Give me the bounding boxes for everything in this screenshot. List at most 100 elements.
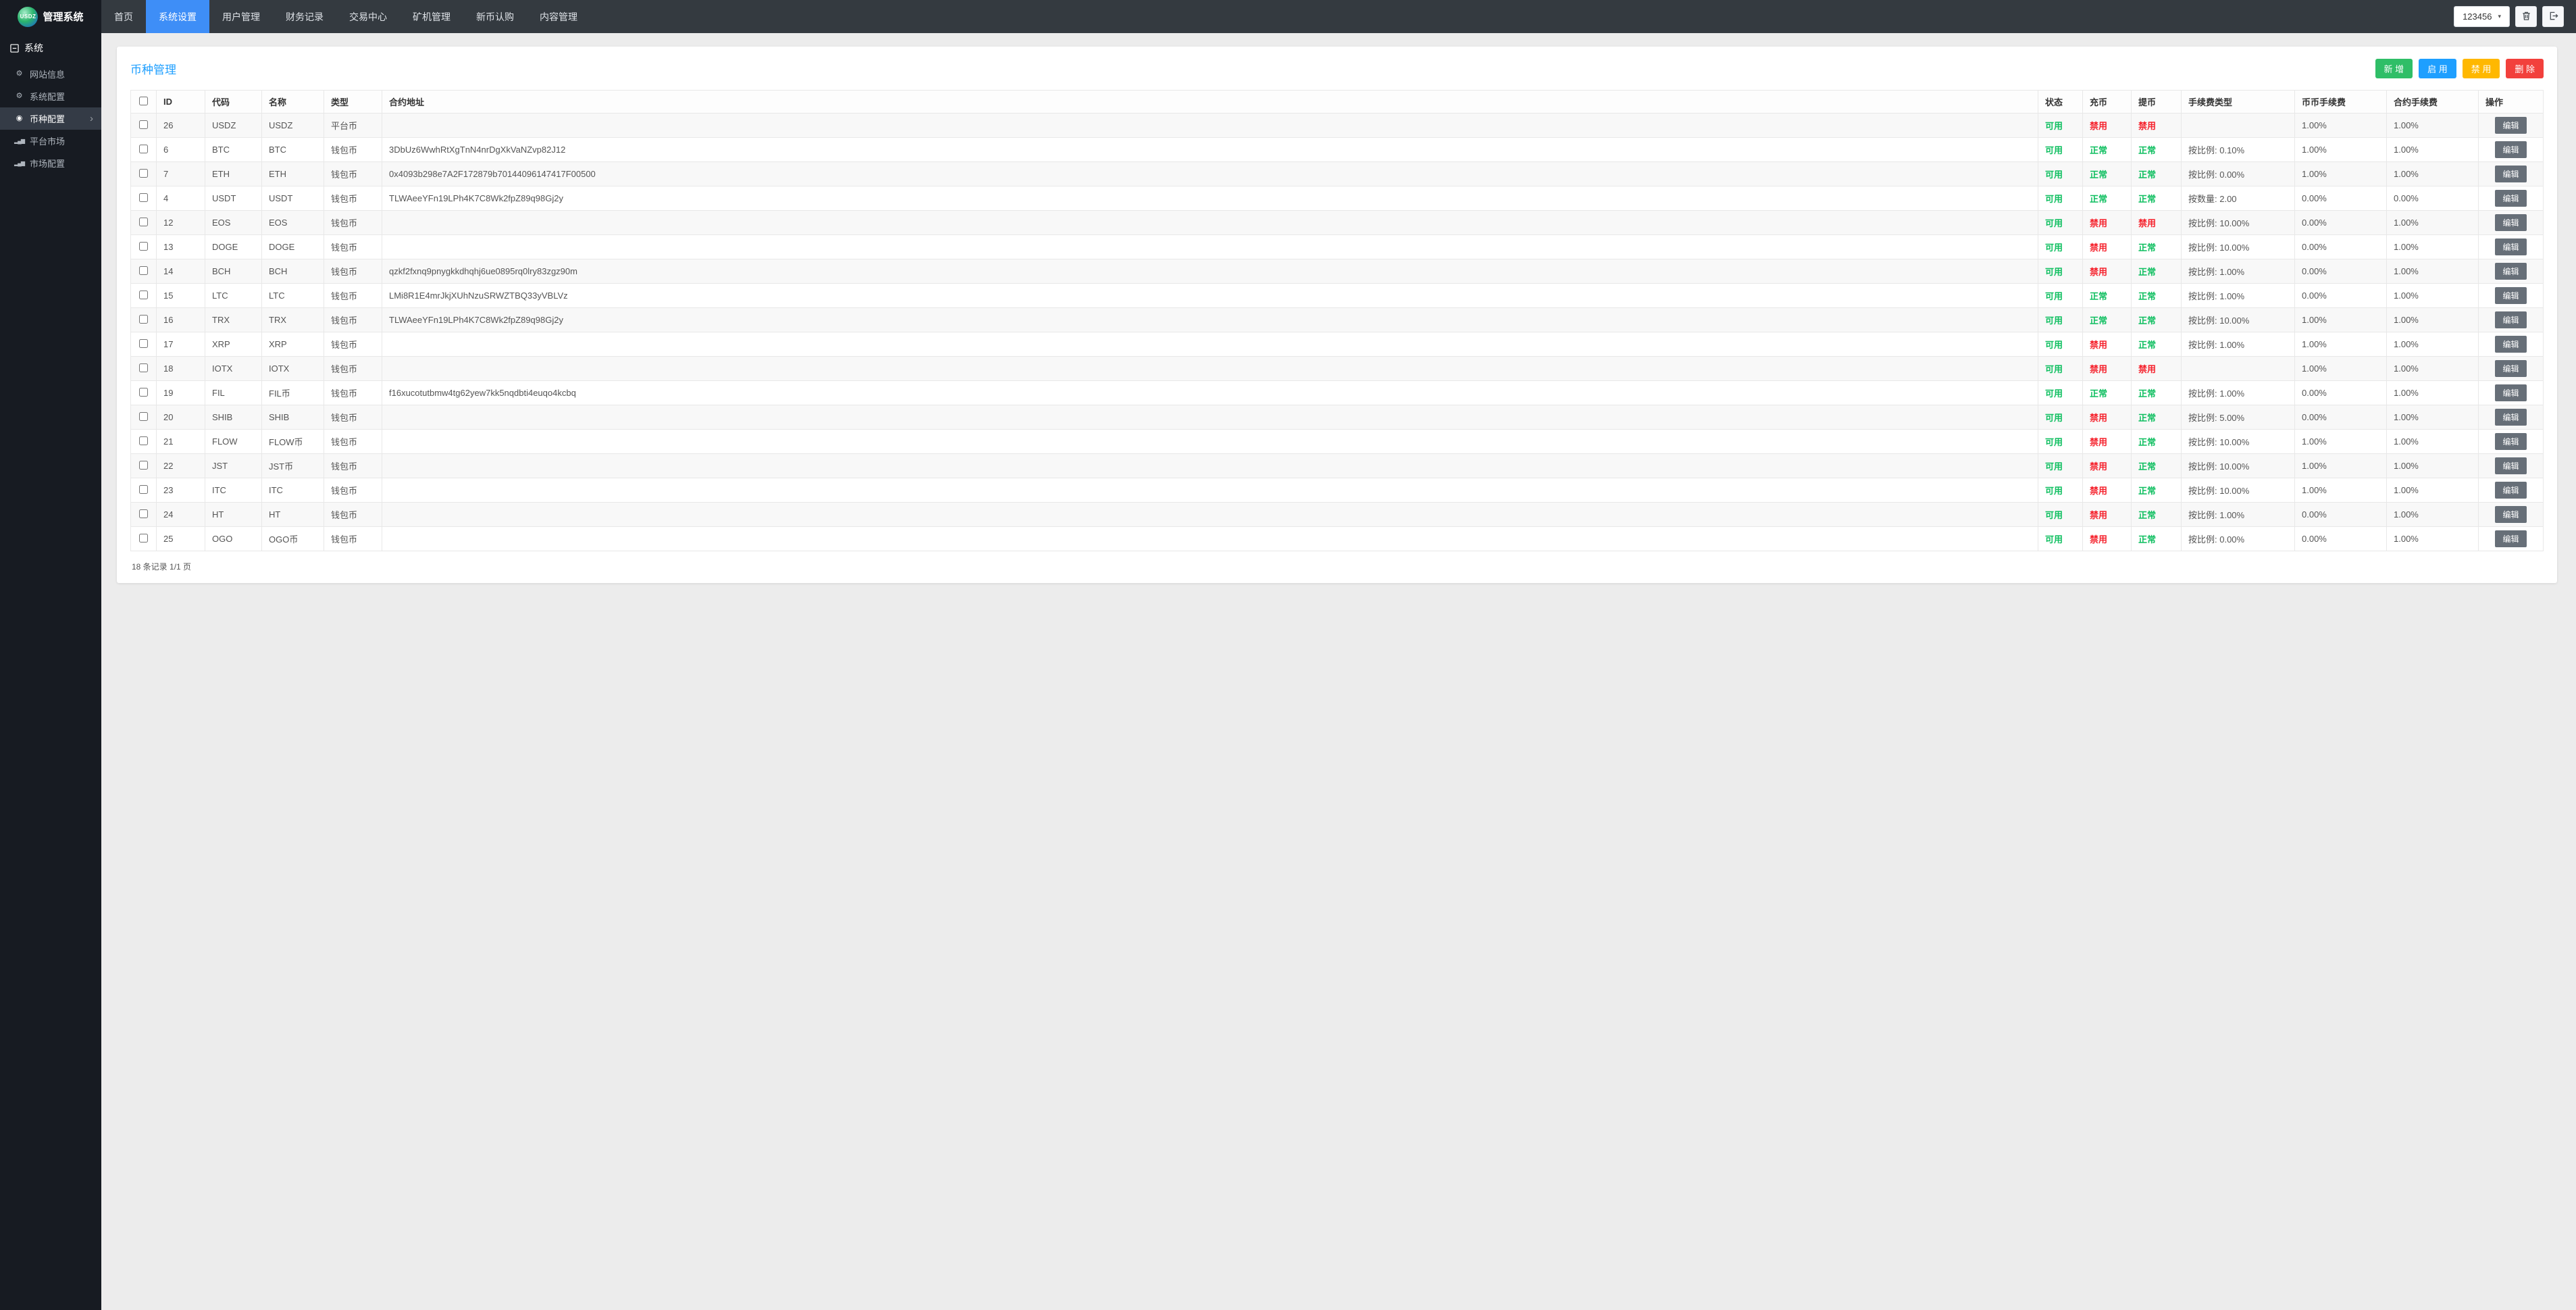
cell-operation: 编辑 xyxy=(2479,405,2544,430)
edit-button[interactable]: 编辑 xyxy=(2495,287,2526,304)
nav-item[interactable]: 财务记录 xyxy=(273,0,336,33)
nav-item[interactable]: 内容管理 xyxy=(527,0,590,33)
row-check-cell xyxy=(131,308,157,332)
edit-button[interactable]: 编辑 xyxy=(2495,433,2526,450)
cell-operation: 编辑 xyxy=(2479,162,2544,186)
cell-status: 可用 xyxy=(2038,478,2083,503)
trash-button[interactable] xyxy=(2515,6,2537,27)
row-checkbox[interactable] xyxy=(139,363,148,372)
sidebar-item-coin[interactable]: ◉币种配置› xyxy=(0,107,101,130)
table-row: 20SHIBSHIB钱包币可用禁用正常按比例: 5.00%0.00%1.00%编… xyxy=(131,405,2544,430)
nav-item[interactable]: 用户管理 xyxy=(209,0,273,33)
enable-button[interactable]: 启 用 xyxy=(2419,59,2456,78)
row-checkbox[interactable] xyxy=(139,339,148,348)
nav-item[interactable]: 矿机管理 xyxy=(400,0,463,33)
row-checkbox[interactable] xyxy=(139,461,148,470)
edit-button[interactable]: 编辑 xyxy=(2495,238,2526,255)
cell-contract-fee: 1.00% xyxy=(2387,357,2479,381)
cell-id: 14 xyxy=(157,259,205,284)
sidebar-item-chart[interactable]: ▂▄▆平台市场 xyxy=(0,130,101,152)
row-checkbox[interactable] xyxy=(139,291,148,299)
sidebar-section-system[interactable]: 系统 xyxy=(0,33,101,63)
delete-button[interactable]: 删 除 xyxy=(2506,59,2544,78)
cell-coin-fee: 1.00% xyxy=(2295,478,2387,503)
row-checkbox[interactable] xyxy=(139,120,148,129)
cell-operation: 编辑 xyxy=(2479,259,2544,284)
edit-button[interactable]: 编辑 xyxy=(2495,141,2526,158)
nav-item[interactable]: 系统设置 xyxy=(146,0,209,33)
coin-table: ID代码名称类型合约地址状态充币提币手续费类型币币手续费合约手续费操作 26US… xyxy=(130,90,2544,551)
edit-button[interactable]: 编辑 xyxy=(2495,482,2526,499)
edit-button[interactable]: 编辑 xyxy=(2495,190,2526,207)
disable-button[interactable]: 禁 用 xyxy=(2463,59,2500,78)
edit-button[interactable]: 编辑 xyxy=(2495,506,2526,523)
cell-type: 钱包币 xyxy=(324,284,382,308)
row-checkbox[interactable] xyxy=(139,145,148,153)
sidebar-item-gear[interactable]: ⚙系统配置 xyxy=(0,85,101,107)
cell-operation: 编辑 xyxy=(2479,503,2544,527)
cell-withdraw: 禁用 xyxy=(2132,357,2182,381)
row-checkbox[interactable] xyxy=(139,315,148,324)
row-checkbox[interactable] xyxy=(139,193,148,202)
logout-button[interactable] xyxy=(2542,6,2564,27)
row-checkbox[interactable] xyxy=(139,436,148,445)
edit-button[interactable]: 编辑 xyxy=(2495,360,2526,377)
table-row: 16TRXTRX钱包币TLWAeeYFn19LPh4K7C8Wk2fpZ89q9… xyxy=(131,308,2544,332)
cell-contract-address xyxy=(382,357,2038,381)
nav-item[interactable]: 首页 xyxy=(101,0,146,33)
row-checkbox[interactable] xyxy=(139,485,148,494)
cell-fee-type: 按比例: 1.00% xyxy=(2182,381,2295,405)
table-body: 26USDZUSDZ平台币可用禁用禁用1.00%1.00%编辑6BTCBTC钱包… xyxy=(131,114,2544,551)
cell-deposit: 禁用 xyxy=(2083,211,2132,235)
top-navbar: USDZ 管理系统 首页系统设置用户管理财务记录交易中心矿机管理新币认购内容管理… xyxy=(0,0,2576,33)
cell-fee-type xyxy=(2182,357,2295,381)
cell-contract-address: TLWAeeYFn19LPh4K7C8Wk2fpZ89q98Gj2y xyxy=(382,186,2038,211)
edit-button[interactable]: 编辑 xyxy=(2495,409,2526,426)
edit-button[interactable]: 编辑 xyxy=(2495,117,2526,134)
add-button[interactable]: 新 增 xyxy=(2375,59,2413,78)
row-checkbox[interactable] xyxy=(139,242,148,251)
card-header: 币种管理 新 增启 用禁 用删 除 xyxy=(130,59,2544,78)
table-row: 18IOTXIOTX钱包币可用禁用禁用1.00%1.00%编辑 xyxy=(131,357,2544,381)
cell-code: JST xyxy=(205,454,262,478)
cell-id: 4 xyxy=(157,186,205,211)
row-checkbox[interactable] xyxy=(139,266,148,275)
edit-button[interactable]: 编辑 xyxy=(2495,457,2526,474)
edit-button[interactable]: 编辑 xyxy=(2495,263,2526,280)
cell-fee-type: 按比例: 10.00% xyxy=(2182,454,2295,478)
row-checkbox[interactable] xyxy=(139,509,148,518)
edit-button[interactable]: 编辑 xyxy=(2495,336,2526,353)
nav-item[interactable]: 新币认购 xyxy=(463,0,527,33)
edit-button[interactable]: 编辑 xyxy=(2495,530,2526,547)
row-checkbox[interactable] xyxy=(139,412,148,421)
row-checkbox[interactable] xyxy=(139,169,148,178)
nav-item[interactable]: 交易中心 xyxy=(336,0,400,33)
select-all-checkbox[interactable] xyxy=(139,97,148,105)
column-header: 提币 xyxy=(2132,91,2182,114)
cell-operation: 编辑 xyxy=(2479,381,2544,405)
edit-button[interactable]: 编辑 xyxy=(2495,311,2526,328)
sidebar-item-gear[interactable]: ⚙网站信息 xyxy=(0,63,101,85)
cell-name: DOGE xyxy=(262,235,324,259)
cell-name: HT xyxy=(262,503,324,527)
cell-deposit: 禁用 xyxy=(2083,114,2132,138)
cell-type: 钱包币 xyxy=(324,235,382,259)
cell-name: XRP xyxy=(262,332,324,357)
page-actions: 新 增启 用禁 用删 除 xyxy=(2375,59,2544,78)
edit-button[interactable]: 编辑 xyxy=(2495,166,2526,182)
column-header: 状态 xyxy=(2038,91,2083,114)
cell-withdraw: 正常 xyxy=(2132,284,2182,308)
cell-status: 可用 xyxy=(2038,430,2083,454)
cell-operation: 编辑 xyxy=(2479,186,2544,211)
user-dropdown-button[interactable]: 123456 ▾ xyxy=(2454,6,2510,27)
edit-button[interactable]: 编辑 xyxy=(2495,214,2526,231)
edit-button[interactable]: 编辑 xyxy=(2495,384,2526,401)
cell-coin-fee: 1.00% xyxy=(2295,162,2387,186)
cell-contract-fee: 1.00% xyxy=(2387,478,2479,503)
sidebar-item-chart[interactable]: ▂▄▆市场配置 xyxy=(0,152,101,174)
record-count: 18 条记录 1/1 页 xyxy=(130,551,2544,576)
row-checkbox[interactable] xyxy=(139,388,148,397)
table-row: 24HTHT钱包币可用禁用正常按比例: 1.00%0.00%1.00%编辑 xyxy=(131,503,2544,527)
row-checkbox[interactable] xyxy=(139,534,148,543)
row-checkbox[interactable] xyxy=(139,218,148,226)
